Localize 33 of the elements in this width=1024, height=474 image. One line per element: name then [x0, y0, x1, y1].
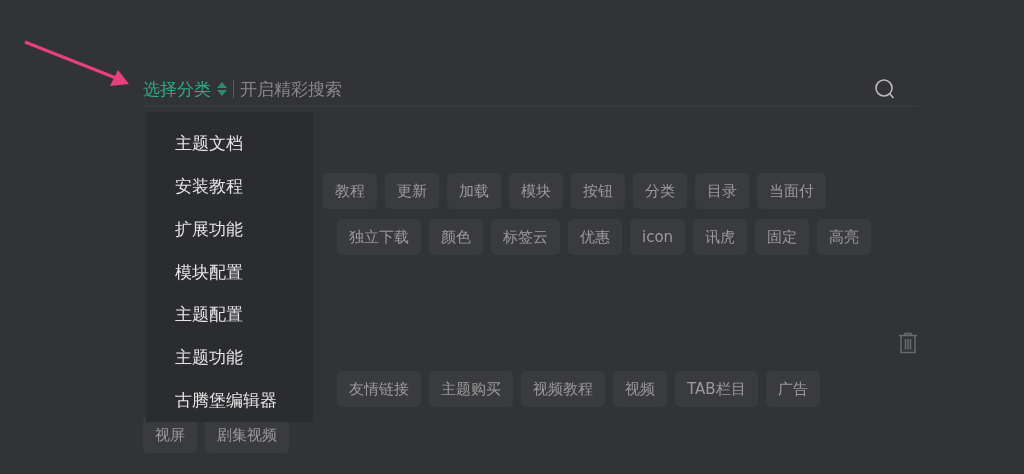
search-icon[interactable] — [874, 78, 896, 100]
tag-chip[interactable]: 目录 — [695, 173, 749, 209]
menu-item[interactable]: 安装教程 — [146, 164, 313, 208]
tag-chip[interactable]: 讯虎 — [693, 219, 748, 255]
tag-chip[interactable]: 友情链接 — [337, 371, 421, 407]
tag-chip[interactable]: 主题购买 — [429, 371, 513, 407]
tag-chip[interactable]: icon — [630, 219, 686, 255]
sort-caret-icon — [217, 81, 227, 97]
tag-chip[interactable]: 优惠 — [568, 219, 622, 255]
tag-chip[interactable]: 视频 — [613, 371, 667, 407]
tag-chip[interactable]: 当面付 — [757, 173, 826, 209]
tag-chip[interactable]: 分类 — [633, 173, 687, 209]
menu-item[interactable]: 扩展功能 — [146, 207, 313, 251]
tag-chip[interactable]: TAB栏目 — [675, 371, 758, 407]
tag-chip[interactable]: 按钮 — [571, 173, 625, 209]
tag-chip[interactable]: 独立下载 — [337, 219, 421, 255]
search-field[interactable]: 开启精彩搜索 — [240, 79, 874, 99]
tag-chip[interactable]: 模块 — [509, 173, 563, 209]
tag-chip[interactable]: 视频教程 — [521, 371, 605, 407]
tag-chip[interactable]: 广告 — [765, 371, 820, 407]
tag-chip[interactable]: 加载 — [447, 173, 501, 209]
menu-item[interactable]: 主题配置 — [146, 293, 313, 337]
menu-item[interactable]: 主题功能 — [146, 336, 313, 380]
tag-chip[interactable]: 颜色 — [429, 219, 483, 255]
menu-item[interactable]: 主题文档 — [146, 122, 313, 165]
menu-item[interactable]: 模块配置 — [146, 250, 313, 294]
tag-chip[interactable]: 教程 — [323, 173, 377, 209]
tag-chip[interactable]: 更新 — [385, 173, 439, 209]
trash-icon[interactable] — [898, 332, 918, 354]
tag-chip[interactable]: 固定 — [755, 219, 810, 255]
tag-chip[interactable]: 高亮 — [817, 219, 872, 255]
category-select[interactable]: 选择分类 — [143, 77, 227, 101]
tag-chip[interactable]: 标签云 — [491, 219, 560, 255]
